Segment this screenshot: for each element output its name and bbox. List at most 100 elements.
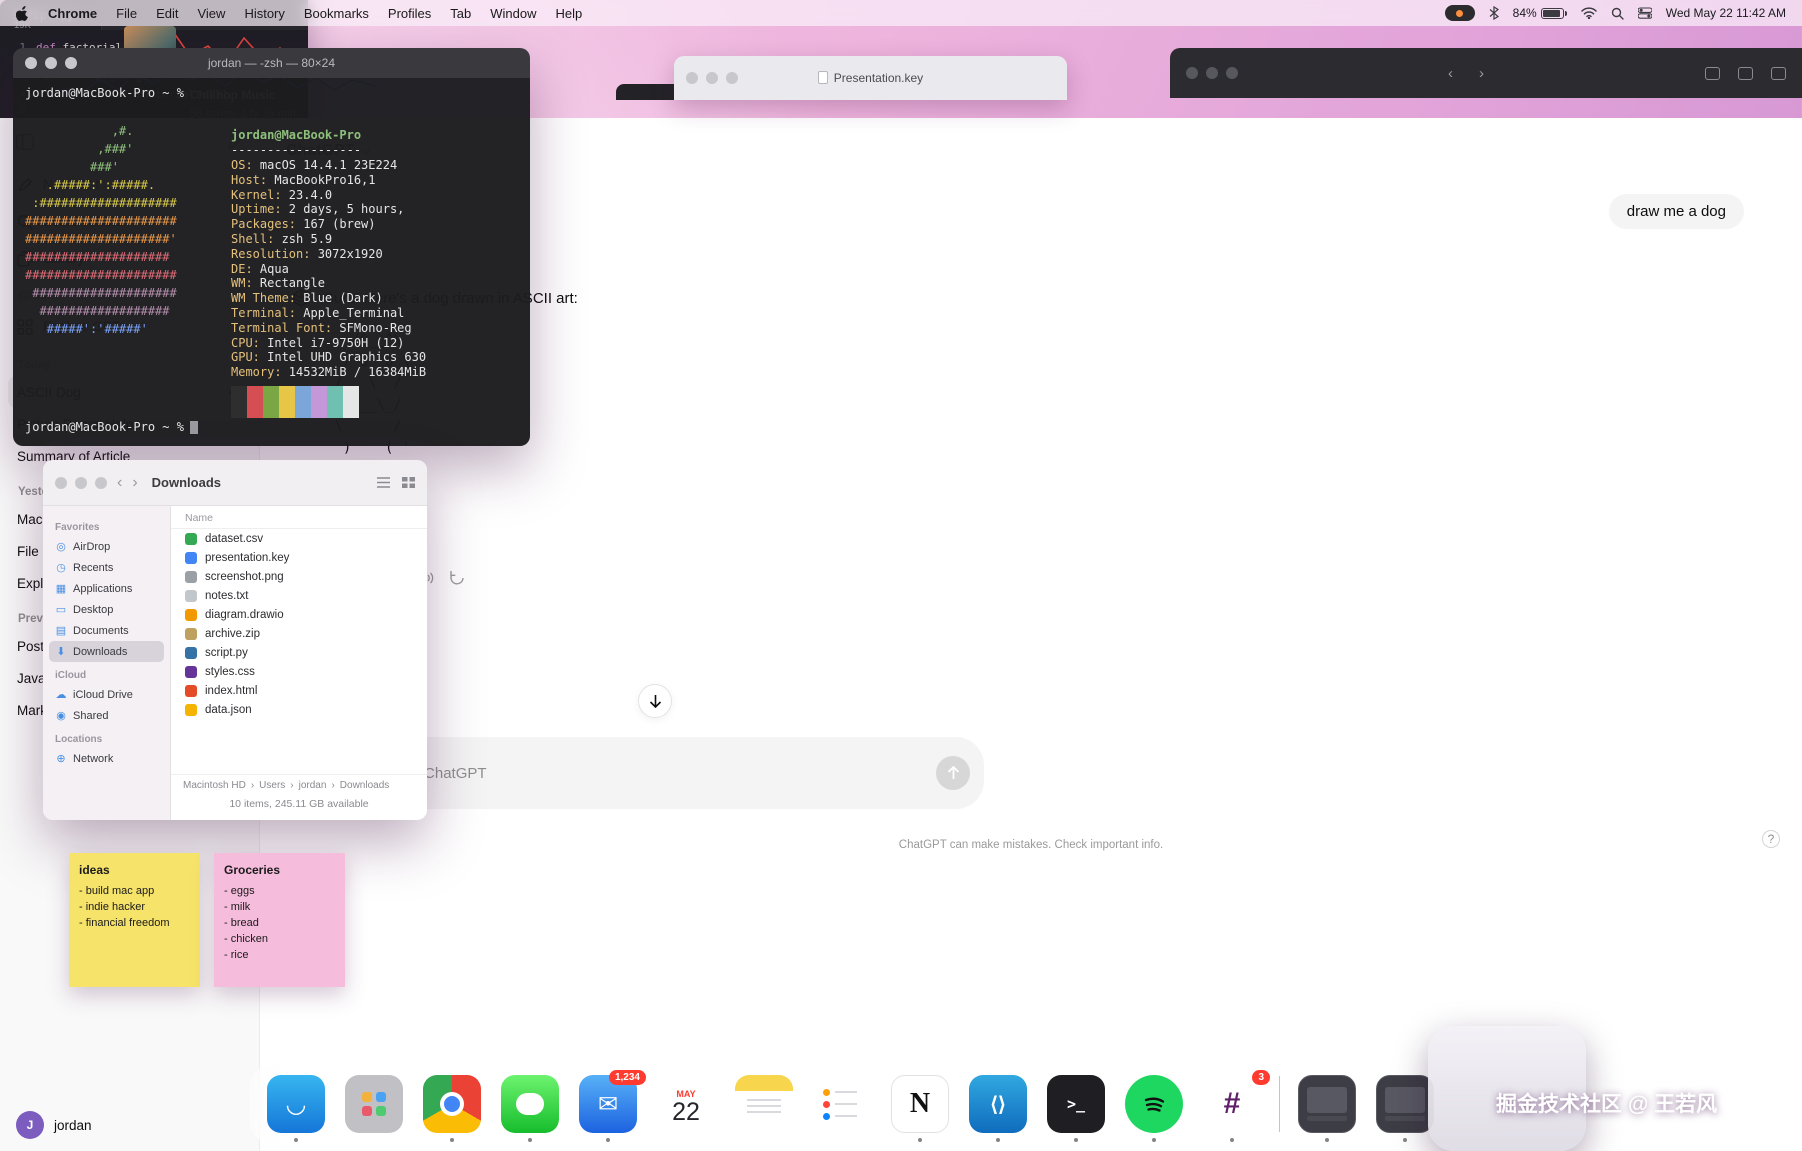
finder-window[interactable]: ‹ › Downloads Favorites ◎AirDrop ◷Recent… <box>43 460 427 820</box>
active-app-name[interactable]: Chrome <box>48 6 97 21</box>
dock-spotify[interactable] <box>1123 1073 1185 1135</box>
terminal-title: jordan — -zsh — 80×24 <box>13 56 530 70</box>
terminal-titlebar[interactable]: jordan — -zsh — 80×24 <box>13 48 530 78</box>
sidebar-item-airdrop[interactable]: ◎AirDrop <box>49 536 164 557</box>
bluetooth-icon[interactable] <box>1489 6 1499 20</box>
file-row[interactable]: screenshot.png <box>171 567 427 586</box>
background-dark-window[interactable]: ‹› <box>1170 48 1802 98</box>
file-row[interactable]: index.html <box>171 681 427 700</box>
file-row[interactable]: archive.zip <box>171 624 427 643</box>
chatgpt-sidebar: New chat Search chats Library GPTs Explo… <box>0 982 260 1151</box>
menu-bookmarks[interactable]: Bookmarks <box>304 6 369 21</box>
sticky-note-groceries[interactable]: Groceries - eggs - milk - bread - chicke… <box>214 853 345 987</box>
file-row[interactable]: presentation.key <box>171 548 427 567</box>
terminal-window[interactable]: jordan — -zsh — 80×24 jordan@MacBook-Pro… <box>13 48 530 446</box>
menu-file[interactable]: File <box>116 6 137 21</box>
terminal-user-host: jordan@MacBook-Pro <box>231 128 426 143</box>
user-account-row[interactable]: J jordan <box>0 1099 259 1151</box>
presentation-window-titlebar[interactable]: Presentation.key <box>674 56 1067 100</box>
forward-icon[interactable]: › <box>1479 65 1484 82</box>
search-icon[interactable] <box>1611 7 1624 20</box>
dock-terminal[interactable]: >_ <box>1045 1073 1107 1135</box>
dock: ◡ 1,234 ✉ MAY 22 N ⟨⟩ >_ 3 # <box>250 1064 1451 1144</box>
messages-icon <box>501 1075 559 1133</box>
menu-window[interactable]: Window <box>490 6 536 21</box>
dock-divider <box>1279 1076 1280 1132</box>
documents-icon: ▤ <box>55 624 67 637</box>
file-row[interactable]: styles.css <box>171 662 427 681</box>
menu-edit[interactable]: Edit <box>156 6 178 21</box>
menu-profiles[interactable]: Profiles <box>388 6 431 21</box>
terminal-prompt: jordan@MacBook-Pro ~ % <box>25 86 184 101</box>
menu-tab[interactable]: Tab <box>450 6 471 21</box>
vscode-icon: ⟨⟩ <box>969 1075 1027 1133</box>
window-preview-icon <box>1376 1075 1434 1133</box>
panel-icon[interactable] <box>1771 67 1786 80</box>
back-icon[interactable]: ‹ <box>1448 65 1453 82</box>
sidebar-item-desktop[interactable]: ▭Desktop <box>49 599 164 620</box>
wifi-icon[interactable] <box>1581 7 1597 19</box>
sidebar-item-icloud-drive[interactable]: ☁iCloud Drive <box>49 684 164 705</box>
cloud-icon: ☁ <box>55 688 67 701</box>
sidebar-item-network[interactable]: ⊕Network <box>49 748 164 769</box>
column-header-name[interactable]: Name <box>171 512 427 529</box>
dock-mail[interactable]: 1,234 ✉ <box>577 1073 639 1135</box>
sidebar-item-documents[interactable]: ▤Documents <box>49 620 164 641</box>
layout-icon[interactable] <box>1705 67 1720 80</box>
calendar-icon: MAY 22 <box>657 1075 715 1133</box>
window-controls[interactable] <box>1186 67 1238 79</box>
sidebar-item-applications[interactable]: ▦Applications <box>49 578 164 599</box>
window-controls[interactable] <box>25 57 77 69</box>
dock-notes[interactable] <box>733 1073 795 1135</box>
finder-status-bar: Macintosh HD› Users› jordan› Downloads 1… <box>171 774 427 820</box>
group-view-icon[interactable] <box>402 477 415 488</box>
dock-finder[interactable]: ◡ <box>265 1073 327 1135</box>
clock-icon: ◷ <box>55 561 67 574</box>
file-row[interactable]: script.py <box>171 643 427 662</box>
sticky-note-ideas[interactable]: ideas - build mac app - indie hacker - f… <box>69 853 200 987</box>
neofetch-ascii-logo: ,#. ,###' ###' .#####:':#####. :########… <box>25 122 177 338</box>
dock-chrome[interactable] <box>421 1073 483 1135</box>
dock-messages[interactable] <box>499 1073 561 1135</box>
terminal-prompt: jordan@MacBook-Pro ~ % <box>25 420 184 435</box>
sidebar-item-recents[interactable]: ◷Recents <box>49 557 164 578</box>
dock-window-preview[interactable] <box>1296 1073 1358 1135</box>
css-file-icon <box>185 666 197 678</box>
battery-status[interactable]: 84% <box>1513 6 1567 20</box>
menu-bar-clock[interactable]: Wed May 22 11:42 AM <box>1666 6 1786 20</box>
mail-unread-badge: 1,234 <box>609 1070 646 1085</box>
split-view-icon[interactable] <box>1738 67 1753 80</box>
window-controls[interactable] <box>55 477 107 489</box>
list-view-icon[interactable] <box>377 477 390 488</box>
json-file-icon <box>185 704 197 716</box>
apple-menu-icon[interactable] <box>16 6 29 21</box>
dock-window-preview[interactable] <box>1374 1073 1436 1135</box>
terminal-icon: >_ <box>1047 1075 1105 1133</box>
dock-slack[interactable]: 3 # <box>1201 1073 1263 1135</box>
dock-launchpad[interactable] <box>343 1073 405 1135</box>
file-row[interactable]: data.json <box>171 700 427 719</box>
file-row[interactable]: notes.txt <box>171 586 427 605</box>
file-row[interactable]: diagram.drawio <box>171 605 427 624</box>
menu-help[interactable]: Help <box>556 6 583 21</box>
python-file-icon <box>185 647 197 659</box>
sidebar-item-shared[interactable]: ◉Shared <box>49 705 164 726</box>
terminal-body[interactable]: jordan@MacBook-Pro ~ % ,#. ,###' ###' .#… <box>13 78 530 446</box>
back-icon[interactable]: ‹ <box>117 474 122 492</box>
dock-notion[interactable]: N <box>889 1073 951 1135</box>
dock-reminders[interactable] <box>811 1073 873 1135</box>
zip-file-icon <box>185 628 197 640</box>
dock-calendar[interactable]: MAY 22 <box>655 1073 717 1135</box>
sidebar-section-label: iCloud <box>55 670 158 681</box>
forward-icon[interactable]: › <box>132 474 137 492</box>
sidebar-item-downloads[interactable]: ⬇Downloads <box>49 641 164 662</box>
menu-history[interactable]: History <box>244 6 284 21</box>
breadcrumb[interactable]: Macintosh HD› Users› jordan› Downloads <box>171 775 427 796</box>
neofetch-system-info: jordan@MacBook-Pro ------------------ OS… <box>231 128 426 380</box>
dock-vscode[interactable]: ⟨⟩ <box>967 1073 1029 1135</box>
menu-view[interactable]: View <box>197 6 225 21</box>
control-center-icon[interactable] <box>1638 7 1652 19</box>
presentation-title: Presentation.key <box>834 71 923 85</box>
recording-indicator[interactable] <box>1445 5 1475 21</box>
file-row[interactable]: dataset.csv <box>171 529 427 548</box>
